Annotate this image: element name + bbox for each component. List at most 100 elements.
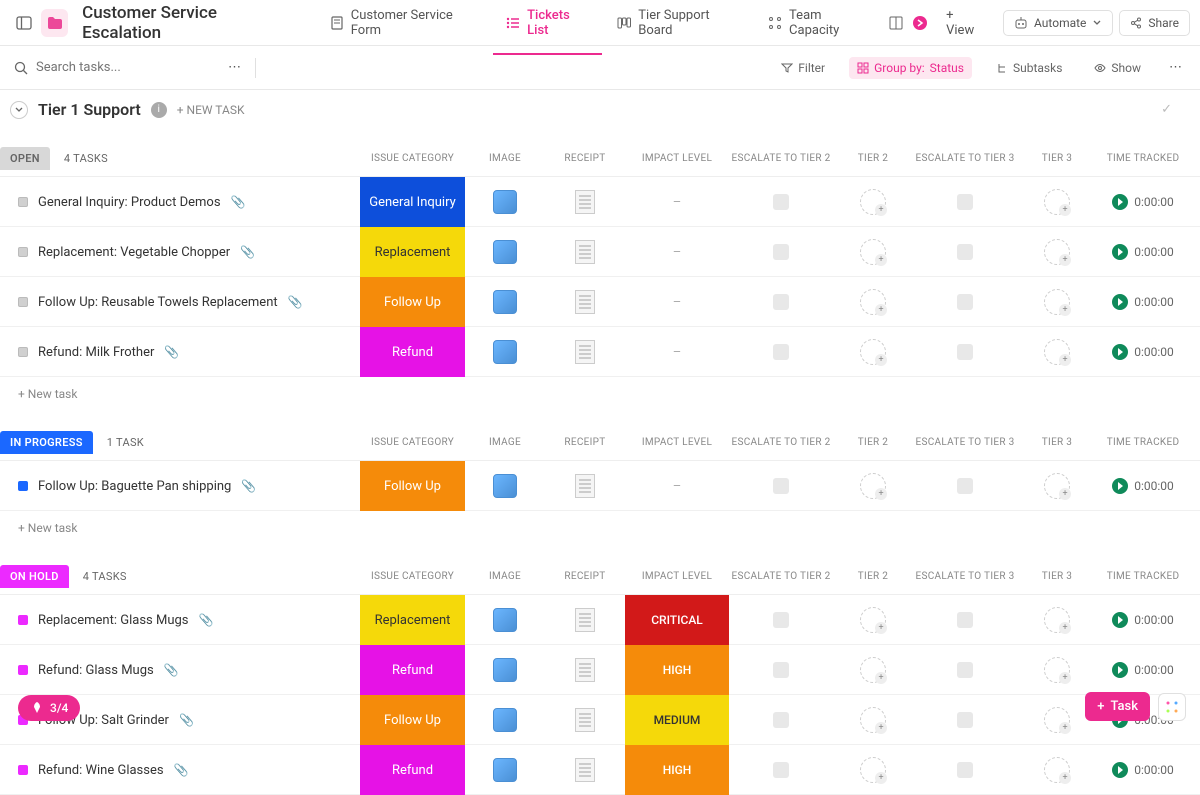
tier3-assignee[interactable]: [1044, 289, 1070, 315]
task-name[interactable]: Refund: Milk Frother: [38, 345, 154, 360]
add-task-row[interactable]: + New task: [0, 511, 1200, 545]
show-button[interactable]: Show: [1086, 57, 1149, 79]
info-icon[interactable]: i: [151, 102, 167, 118]
play-icon[interactable]: [1112, 244, 1128, 260]
tier3-assignee[interactable]: [1044, 657, 1070, 683]
attachment-icon[interactable]: 📎: [231, 195, 246, 209]
tab-customer-service-form[interactable]: Customer Service Form: [317, 0, 491, 48]
toolbar-more-icon[interactable]: ⋯: [1165, 56, 1186, 79]
receipt-thumbnail[interactable]: [575, 708, 595, 732]
receipt-thumbnail[interactable]: [575, 608, 595, 632]
play-icon[interactable]: [1112, 344, 1128, 360]
search-input[interactable]: [36, 60, 202, 75]
category-badge[interactable]: General Inquiry: [360, 177, 465, 227]
tier2-assignee[interactable]: [860, 707, 886, 733]
task-row[interactable]: Refund: Milk Frother 📎 Refund – 0:00:00: [0, 327, 1200, 377]
receipt-thumbnail[interactable]: [575, 190, 595, 214]
time-tracked[interactable]: 0:00:00: [1097, 662, 1189, 678]
task-name[interactable]: Replacement: Vegetable Chopper: [38, 245, 230, 260]
escalate-tier2-checkbox[interactable]: [773, 478, 789, 494]
tier3-assignee[interactable]: [1044, 239, 1070, 265]
task-row[interactable]: General Inquiry: Product Demos 📎 General…: [0, 177, 1200, 227]
sidebar-toggle-icon[interactable]: [10, 9, 37, 37]
task-row[interactable]: Replacement: Vegetable Chopper 📎 Replace…: [0, 227, 1200, 277]
subtasks-button[interactable]: Subtasks: [988, 57, 1070, 79]
task-row[interactable]: Refund: Wine Glasses 📎 Refund HIGH 0:00:…: [0, 745, 1200, 795]
tier2-assignee[interactable]: [860, 189, 886, 215]
task-row[interactable]: Replacement: Glass Mugs 📎 Replacement CR…: [0, 595, 1200, 645]
attachment-icon[interactable]: 📎: [164, 663, 179, 677]
time-tracked[interactable]: 0:00:00: [1097, 762, 1189, 778]
onboarding-progress-fab[interactable]: 3/4: [18, 695, 80, 721]
status-square-icon[interactable]: [18, 247, 28, 257]
escalate-tier2-checkbox[interactable]: [773, 244, 789, 260]
tab-team-capacity[interactable]: Team Capacity: [755, 0, 882, 48]
task-name[interactable]: Follow Up: Baguette Pan shipping: [38, 479, 231, 494]
play-icon[interactable]: [1112, 762, 1128, 778]
time-tracked[interactable]: 0:00:00: [1097, 478, 1189, 494]
escalate-tier2-checkbox[interactable]: [773, 762, 789, 778]
tier2-assignee[interactable]: [860, 473, 886, 499]
escalate-tier3-checkbox[interactable]: [957, 244, 973, 260]
status-square-icon[interactable]: [18, 197, 28, 207]
impact-badge[interactable]: HIGH: [625, 745, 729, 795]
image-thumbnail[interactable]: [493, 190, 517, 214]
image-thumbnail[interactable]: [493, 708, 517, 732]
task-name[interactable]: Refund: Wine Glasses: [38, 763, 164, 778]
time-tracked[interactable]: 0:00:00: [1097, 294, 1189, 310]
category-badge[interactable]: Refund: [360, 645, 465, 695]
receipt-thumbnail[interactable]: [575, 340, 595, 364]
group-by-button[interactable]: Group by: Status: [849, 57, 972, 79]
impact-badge[interactable]: CRITICAL: [625, 595, 729, 645]
escalate-tier2-checkbox[interactable]: [773, 294, 789, 310]
escalate-tier2-checkbox[interactable]: [773, 194, 789, 210]
play-icon[interactable]: [1112, 294, 1128, 310]
tier3-assignee[interactable]: [1044, 189, 1070, 215]
image-thumbnail[interactable]: [493, 474, 517, 498]
tier2-assignee[interactable]: [860, 339, 886, 365]
tier2-assignee[interactable]: [860, 289, 886, 315]
receipt-thumbnail[interactable]: [575, 758, 595, 782]
status-pill[interactable]: ON HOLD: [0, 565, 69, 588]
impact-badge[interactable]: MEDIUM: [625, 695, 729, 745]
escalate-tier3-checkbox[interactable]: [957, 662, 973, 678]
category-badge[interactable]: Refund: [360, 327, 465, 377]
task-row[interactable]: Follow Up: Reusable Towels Replacement 📎…: [0, 277, 1200, 327]
escalate-tier2-checkbox[interactable]: [773, 344, 789, 360]
category-badge[interactable]: Refund: [360, 745, 465, 795]
attachment-icon[interactable]: 📎: [240, 245, 255, 259]
status-pill[interactable]: IN PROGRESS: [0, 431, 93, 454]
play-icon[interactable]: [1112, 478, 1128, 494]
breadcrumb-title[interactable]: Customer Service Escalation: [72, 3, 303, 43]
attachment-icon[interactable]: 📎: [199, 613, 214, 627]
task-name[interactable]: Replacement: Glass Mugs: [38, 613, 189, 628]
add-task-row[interactable]: + New task: [0, 377, 1200, 411]
tier2-assignee[interactable]: [860, 607, 886, 633]
more-options-icon[interactable]: ⋯: [224, 56, 245, 79]
impact-badge[interactable]: HIGH: [625, 645, 729, 695]
attachment-icon[interactable]: 📎: [179, 713, 194, 727]
apps-menu-fab[interactable]: [1158, 693, 1186, 721]
escalate-tier3-checkbox[interactable]: [957, 478, 973, 494]
escalate-tier3-checkbox[interactable]: [957, 344, 973, 360]
check-icon[interactable]: ✓: [1161, 102, 1172, 117]
tier2-assignee[interactable]: [860, 657, 886, 683]
receipt-thumbnail[interactable]: [575, 658, 595, 682]
tier3-assignee[interactable]: [1044, 339, 1070, 365]
play-icon[interactable]: [1112, 612, 1128, 628]
task-row[interactable]: Refund: Glass Mugs 📎 Refund HIGH 0:00:00: [0, 645, 1200, 695]
add-view-button[interactable]: + View: [934, 0, 995, 48]
tier2-assignee[interactable]: [860, 757, 886, 783]
tier3-assignee[interactable]: [1044, 757, 1070, 783]
status-pill[interactable]: OPEN: [0, 147, 50, 170]
status-square-icon[interactable]: [18, 765, 28, 775]
time-tracked[interactable]: 0:00:00: [1097, 244, 1189, 260]
tab-view-toggle[interactable]: [884, 5, 932, 41]
receipt-thumbnail[interactable]: [575, 240, 595, 264]
escalate-tier2-checkbox[interactable]: [773, 612, 789, 628]
category-badge[interactable]: Follow Up: [360, 277, 465, 327]
image-thumbnail[interactable]: [493, 608, 517, 632]
new-task-link[interactable]: + NEW TASK: [177, 103, 245, 117]
tab-tier-support-board[interactable]: Tier Support Board: [604, 0, 753, 48]
category-badge[interactable]: Replacement: [360, 595, 465, 645]
